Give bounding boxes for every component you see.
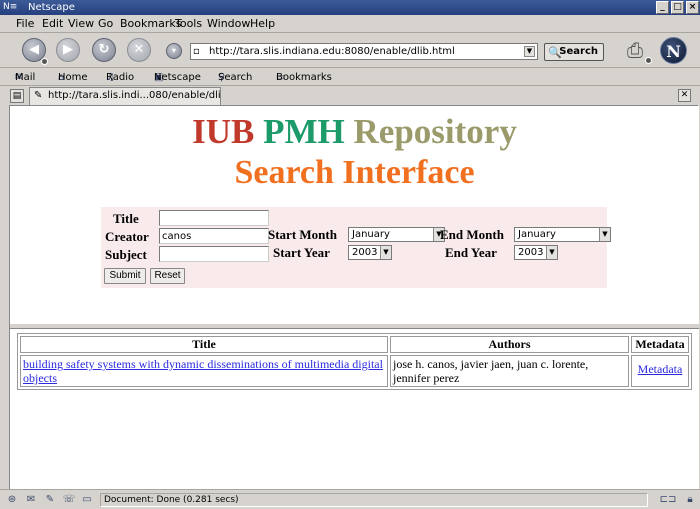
menu-edit[interactable]: Edit: [42, 17, 63, 30]
reload-icon: ↻: [98, 42, 110, 57]
submit-button[interactable]: Submit: [104, 268, 146, 284]
search-label: Search: [218, 72, 253, 83]
title-input[interactable]: [159, 210, 269, 226]
chevron-down-icon: ▼: [546, 246, 557, 259]
page-icon: ▫: [193, 46, 200, 57]
close-tab-button[interactable]: ✕: [678, 89, 691, 102]
start-month-value: January: [352, 229, 390, 240]
forward-button[interactable]: ▶: [56, 38, 80, 62]
title-word-iub: IUB: [192, 112, 255, 151]
end-year-select[interactable]: 2003 ▼: [514, 245, 558, 260]
composer-icon[interactable]: ✎: [43, 493, 57, 506]
stop-button[interactable]: ✕: [127, 38, 151, 62]
table-row: building safety systems with dynamic dis…: [20, 355, 689, 387]
result-authors-cell: jose h. canos, javier jaen, juan c. lore…: [390, 355, 629, 387]
menu-view[interactable]: View: [68, 17, 94, 30]
netscape-app-icon[interactable]: N≡: [3, 2, 23, 13]
start-month-label: Start Month: [268, 227, 337, 242]
end-month-value: January: [518, 229, 556, 240]
start-year-value: 2003: [352, 247, 378, 258]
radio-label: Radio: [106, 72, 135, 83]
column-header-authors: Authors: [390, 336, 629, 353]
page-title: IUB PMH Repository: [10, 112, 699, 152]
security-lock-icon[interactable]: 🔒︎: [683, 493, 697, 506]
creator-input[interactable]: [159, 228, 269, 244]
netscape-label: Netscape: [154, 72, 201, 83]
print-dropdown-icon[interactable]: [645, 57, 652, 64]
search-button[interactable]: 🔍 Search: [544, 43, 604, 61]
new-tab-button[interactable]: ▤: [10, 89, 24, 103]
tab-label: http://tara.slis.indi...080/enable/dlib.…: [48, 90, 221, 101]
results-table: Title Authors Metadata building safety s…: [17, 333, 692, 390]
navigator-icon[interactable]: ⊛: [5, 493, 19, 506]
maximize-button[interactable]: □: [671, 1, 684, 14]
start-year-label: Start Year: [273, 245, 330, 260]
tab-dlib[interactable]: ✎ http://tara.slis.indi...080/enable/dli…: [29, 87, 221, 105]
title-bar: N≡ Netscape _ □ ×: [0, 0, 700, 15]
chevron-down-icon: ▼: [380, 246, 391, 259]
end-month-label: End Month: [440, 227, 504, 242]
search-frame: IUB PMH Repository Search Interface Titl…: [10, 106, 699, 323]
subject-input[interactable]: [159, 246, 269, 262]
start-month-select[interactable]: January ▼: [348, 227, 445, 242]
menu-help[interactable]: Help: [250, 17, 275, 30]
mail-icon[interactable]: ✉: [24, 493, 38, 506]
minimize-button[interactable]: _: [656, 1, 669, 14]
navigation-toolbar: ◀ ▶ ↻ ✕ ▾ ▫ http://tara.slis.indiana.edu…: [0, 33, 700, 68]
personal-toolbar: ✉ Mail ⌂ Home ♫ Radio ▣ Netscape ⚲ Searc…: [0, 68, 700, 86]
menu-tools[interactable]: Tools: [175, 17, 202, 30]
menu-bookmarks[interactable]: Bookmarks: [120, 17, 181, 30]
creator-label: Creator: [105, 229, 149, 244]
end-month-select[interactable]: January ▼: [514, 227, 611, 242]
start-year-select[interactable]: 2003 ▼: [348, 245, 392, 260]
title-word-repository: Repository: [353, 112, 517, 151]
page-subtitle: Search Interface: [234, 154, 475, 191]
reload-button[interactable]: ↻: [92, 38, 116, 62]
url-bar[interactable]: ▫ http://tara.slis.indiana.edu:8080/enab…: [190, 43, 538, 60]
back-history-dropdown-icon[interactable]: [41, 58, 48, 65]
home-label: Home: [58, 72, 88, 83]
menu-bar: File Edit View Go Bookmarks Tools Window…: [0, 15, 700, 33]
tab-bar: ▤ ✎ http://tara.slis.indi...080/enable/d…: [0, 86, 700, 105]
page-icon: ✎: [34, 90, 43, 101]
close-window-button[interactable]: ×: [686, 1, 699, 14]
im-icon[interactable]: ▭: [80, 493, 94, 506]
status-bar: ⊛ ✉ ✎ ☏ ▭ Document: Done (0.281 secs) ⊏⊐…: [0, 489, 700, 509]
title-label: Title: [113, 211, 139, 226]
end-year-label: End Year: [445, 245, 497, 260]
menu-file[interactable]: File: [16, 17, 34, 30]
search-button-label: Search: [559, 46, 598, 57]
column-header-metadata: Metadata: [631, 336, 689, 353]
menu-window[interactable]: Window: [207, 17, 250, 30]
result-title-cell: building safety systems with dynamic dis…: [20, 355, 388, 387]
window-title: Netscape: [28, 2, 75, 13]
url-history-dropdown-icon[interactable]: ▼: [524, 46, 535, 57]
online-status-icon[interactable]: ⊏⊐: [657, 493, 679, 506]
search-icon: 🔍: [548, 46, 562, 59]
address-book-icon[interactable]: ☏: [62, 493, 76, 506]
subject-label: Subject: [105, 247, 147, 262]
result-metadata-cell: Metadata: [631, 355, 689, 387]
menu-go[interactable]: Go: [98, 17, 113, 30]
end-year-value: 2003: [518, 247, 544, 258]
url-text: http://tara.slis.indiana.edu:8080/enable…: [209, 46, 455, 57]
mail-label: Mail: [15, 72, 36, 83]
metadata-link[interactable]: Metadata: [638, 362, 683, 376]
stop-icon: ✕: [133, 42, 145, 57]
netscape-logo[interactable]: N: [660, 37, 687, 64]
title-word-pmh: PMH: [263, 112, 345, 151]
chevron-down-icon: ▼: [599, 228, 610, 241]
page-content: IUB PMH Repository Search Interface Titl…: [9, 105, 699, 490]
back-arrow-icon: ◀: [29, 42, 39, 57]
table-header-row: Title Authors Metadata: [20, 336, 689, 353]
status-text: Document: Done (0.281 secs): [100, 493, 648, 507]
forward-arrow-icon: ▶: [63, 42, 73, 57]
results-frame: Title Authors Metadata building safety s…: [10, 329, 699, 490]
result-title-link[interactable]: building safety systems with dynamic dis…: [23, 357, 383, 385]
reset-button[interactable]: Reset: [150, 268, 185, 284]
location-dropdown-icon[interactable]: ▾: [166, 43, 182, 59]
search-form: Title Creator Subject Start Month Januar…: [101, 207, 611, 288]
column-header-title: Title: [20, 336, 388, 353]
bookmarks-label: Bookmarks: [276, 72, 332, 83]
